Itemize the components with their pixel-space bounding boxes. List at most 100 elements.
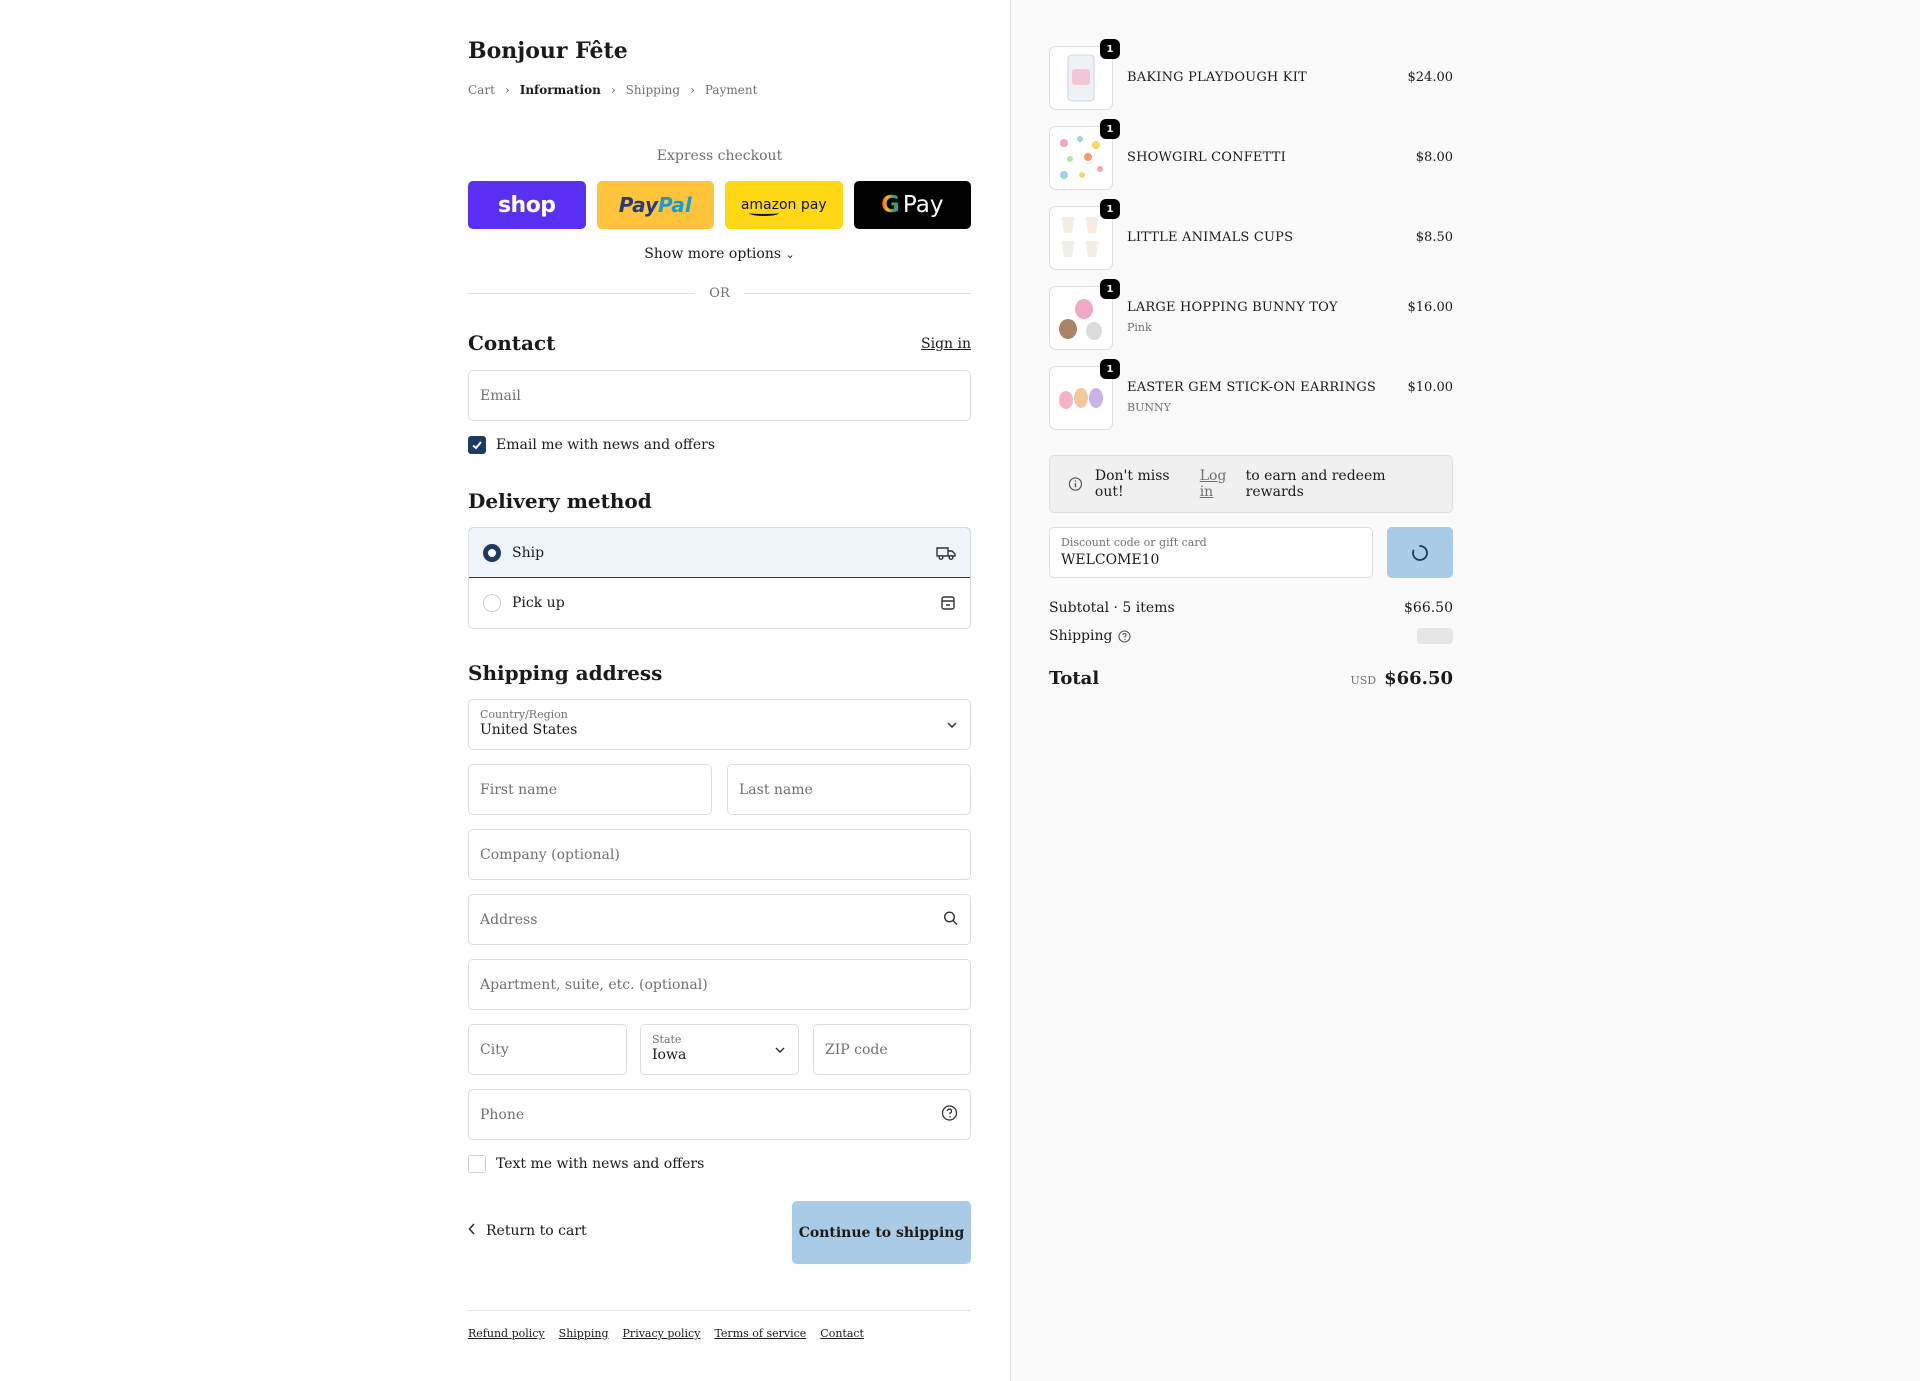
quantity-badge: 1 (1100, 359, 1120, 379)
rewards-text-b: to earn and redeem rewards (1245, 468, 1386, 500)
paypal-logo: Pay (618, 193, 659, 217)
rewards-banner: Don't miss out! Log in to earn and redee… (1049, 455, 1453, 513)
delivery-option-ship[interactable]: Ship (469, 528, 970, 578)
text-news-checkbox[interactable]: Text me with news and offers (468, 1155, 704, 1173)
rewards-text: Don't miss out! (1094, 468, 1170, 500)
or-label: OR (709, 286, 730, 301)
phone-field[interactable]: Phone (468, 1089, 971, 1140)
amazon-smile-icon (749, 210, 779, 216)
checkbox-checked[interactable] (468, 436, 486, 454)
country-value: United States (480, 722, 578, 738)
country-label: Country/Region (480, 708, 568, 721)
chevron-down-icon (774, 1042, 786, 1058)
delivery-option-pickup[interactable]: Pick up (469, 578, 970, 628)
help-circle-icon[interactable] (1118, 629, 1132, 643)
refund-policy-link[interactable]: Refund policy (468, 1327, 545, 1340)
state-select[interactable]: State Iowa (640, 1024, 799, 1075)
item-price: $8.00 (1415, 150, 1453, 165)
first-name-field[interactable]: First name (468, 764, 712, 815)
total-row: Total USD $66.50 (1049, 668, 1453, 689)
google-pay-button[interactable]: G Pay (853, 181, 971, 229)
product-thumbnail: 1 (1049, 39, 1120, 110)
discount-code-field[interactable]: Discount code or gift card WELCOME10 (1049, 527, 1373, 578)
footer-divider (468, 1310, 971, 1311)
paypal-button[interactable]: Pay Pal (596, 181, 714, 229)
email-field[interactable]: Email (468, 370, 971, 421)
express-checkout-label: Express checkout (656, 148, 783, 164)
radio-unselected[interactable] (483, 594, 501, 612)
zip-field[interactable]: ZIP code (813, 1024, 971, 1075)
state-value: Iowa (652, 1047, 687, 1063)
shipping-policy-link[interactable]: Shipping (559, 1327, 609, 1340)
item-info: LARGE HOPPING BUNNY TOY Pink (1127, 300, 1453, 334)
breadcrumb-cart[interactable]: Cart (468, 83, 495, 97)
last-name-field[interactable]: Last name (727, 764, 971, 815)
country-select[interactable]: Country/Region United States (468, 699, 971, 750)
breadcrumb-information: Information (519, 83, 601, 97)
chevron-down-icon (946, 717, 958, 733)
order-summary-panel: 1 BAKING PLAYDOUGH KIT $24.00 1 SHOWGIRL… (1010, 0, 1920, 1381)
paypal-logo-b: Pal (658, 193, 692, 217)
apartment-placeholder: Apartment, suite, etc. (optional) (480, 976, 708, 993)
quantity-badge: 1 (1100, 279, 1120, 299)
cart-item: 1 LITTLE ANIMALS CUPS $8.50 (1049, 199, 1453, 270)
store-logo[interactable]: Bonjour Fête (468, 38, 628, 64)
info-icon (1068, 477, 1083, 491)
item-name: BAKING PLAYDOUGH KIT (1127, 70, 1307, 85)
return-to-cart-link[interactable]: Return to cart (468, 1223, 587, 1239)
show-more-options-link[interactable]: Show more options ⌄ (468, 246, 971, 262)
item-info: BAKING PLAYDOUGH KIT (1127, 70, 1453, 85)
address-field[interactable]: Address (468, 894, 971, 945)
privacy-policy-link[interactable]: Privacy policy (623, 1327, 701, 1340)
breadcrumb: Cart › Information › Shipping › Payment (468, 83, 757, 97)
radio-selected[interactable] (483, 543, 501, 562)
company-field[interactable]: Company (optional) (468, 829, 971, 880)
product-thumbnail: 1 (1049, 279, 1120, 350)
last-name-placeholder: Last name (739, 781, 813, 798)
terms-of-service-link[interactable]: Terms of service (714, 1327, 806, 1340)
form-actions: Return to cart Continue to shipping (468, 1201, 971, 1264)
shipping-label: Shipping (1049, 628, 1113, 644)
subtotal-label: Subtotal · 5 items (1049, 600, 1175, 616)
footer-links: Refund policy Shipping Privacy policy Te… (468, 1327, 864, 1340)
total-value-wrap: USD $66.50 (1350, 668, 1453, 689)
contact-heading: Contact (468, 331, 556, 355)
log-in-link[interactable]: Log in (1200, 468, 1242, 500)
item-name: SHOWGIRL CONFETTI (1127, 150, 1286, 165)
product-thumbnail: 1 (1049, 359, 1120, 430)
shop-pay-button[interactable]: shop (468, 181, 586, 229)
apartment-field[interactable]: Apartment, suite, etc. (optional) (468, 959, 971, 1010)
email-news-checkbox[interactable]: Email me with news and offers (468, 436, 715, 454)
truck-icon (936, 546, 956, 560)
google-pay-label: Pay (902, 192, 944, 218)
sign-in-link[interactable]: Sign in (921, 336, 971, 352)
discount-value: WELCOME10 (1061, 552, 1160, 568)
cart-item: 1 SHOWGIRL CONFETTI $8.00 (1049, 119, 1453, 190)
contact-link[interactable]: Contact (820, 1327, 864, 1340)
quantity-badge: 1 (1100, 39, 1120, 59)
discount-label: Discount code or gift card (1061, 536, 1207, 549)
item-price: $8.50 (1415, 230, 1453, 245)
subtotal-row: Subtotal · 5 items $66.50 (1049, 600, 1453, 616)
checkout-form-panel: Bonjour Fête Cart › Information › Shippi… (0, 0, 1010, 1381)
phone-placeholder: Phone (480, 1106, 525, 1123)
item-name: EASTER GEM STICK-ON EARRINGS (1127, 380, 1377, 395)
apply-discount-button[interactable] (1387, 527, 1453, 578)
loading-spinner-icon (1412, 544, 1428, 561)
item-name: LITTLE ANIMALS CUPS (1127, 230, 1294, 245)
email-placeholder: Email (480, 387, 521, 404)
chevron-right-icon: › (610, 83, 616, 97)
help-circle-icon[interactable] (941, 1104, 958, 1125)
item-price: $16.00 (1407, 300, 1454, 315)
city-field[interactable]: City (468, 1024, 627, 1075)
pickup-label: Pick up (512, 595, 565, 611)
return-label: Return to cart (486, 1223, 587, 1239)
store-icon (941, 596, 955, 610)
shipping-value-loading (1417, 628, 1453, 644)
continue-to-shipping-button[interactable]: Continue to shipping (792, 1201, 971, 1264)
amazon-pay-button[interactable]: amazon pay (725, 181, 843, 229)
currency-code: USD (1350, 674, 1377, 687)
checkbox-unchecked[interactable] (468, 1155, 486, 1173)
total-label: Total (1049, 668, 1100, 689)
chevron-right-icon: › (690, 83, 695, 97)
